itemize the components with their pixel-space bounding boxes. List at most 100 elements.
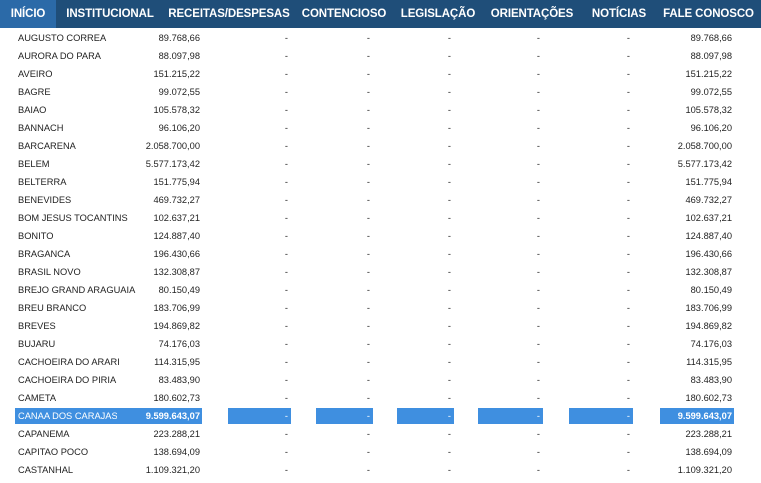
municipality-name: BREJO GRAND ARAGUAIA — [18, 285, 136, 295]
municipality-name: CAPITAO POCO — [18, 447, 89, 457]
empty-cell: - — [284, 249, 288, 259]
value-cell: 114.315,95 — [154, 357, 200, 367]
table-row[interactable]: BANNACH 96.106,20 - - - - - 96.106,20 — [0, 119, 761, 137]
table-row-selected[interactable]: CANAA DOS CARAJAS 9.599.643,07- - - - -9.599.… — [0, 407, 761, 425]
empty-cell: - — [284, 51, 288, 61]
empty-cell: - — [366, 69, 370, 79]
table-row[interactable]: BREU BRANCO 183.706,99 - - - - - 183.706,99 — [0, 299, 761, 317]
value-cell: 83.483,90 — [158, 375, 200, 385]
table-row[interactable]: BRASIL NOVO 132.308,87 - - - - - 132.308,87 — [0, 263, 761, 281]
nav-item-orientacoes[interactable]: ORIENTAÇÕES — [482, 0, 582, 28]
municipality-name: BRASIL NOVO — [18, 267, 81, 277]
municipality-name: CANAA DOS CARAJAS — [15, 408, 118, 424]
total-cell: 74.176,03 — [690, 339, 732, 349]
empty-cell: - — [536, 339, 540, 349]
table-row[interactable]: CAPANEMA 223.288,21 - - - - - 223.288,21 — [0, 425, 761, 443]
value-cell: 194.869,82 — [153, 321, 200, 331]
empty-cell: - — [447, 321, 451, 331]
empty-cell: - — [284, 375, 288, 385]
table-row[interactable]: BREJO GRAND ARAGUAIA 80.150,49 - - - - - 80.150… — [0, 281, 761, 299]
total-cell: 138.694,09 — [685, 447, 732, 457]
empty-cell: - — [366, 249, 370, 259]
value-cell: 1.109.321,20 — [145, 465, 200, 475]
table-row[interactable]: BREVES 194.869,82 - - - - - 194.869,82 — [0, 317, 761, 335]
empty-cell: - — [447, 465, 451, 475]
empty-cell: - — [536, 123, 540, 133]
empty-cell: - — [284, 123, 288, 133]
empty-cell: - — [536, 303, 540, 313]
empty-cell: - — [536, 51, 540, 61]
empty-cell: - — [447, 105, 451, 115]
empty-cell: - — [366, 429, 370, 439]
empty-cell: - — [626, 393, 630, 403]
nav-item-institucional[interactable]: INSTITUCIONAL — [56, 0, 164, 28]
table-row[interactable]: BRAGANCA 196.430,66 - - - - - 196.430,66 — [0, 245, 761, 263]
value-cell: 138.694,09 — [153, 447, 200, 457]
table-row[interactable]: BELTERRA 151.775,94 - - - - - 151.775,94 — [0, 173, 761, 191]
empty-cell: - — [284, 87, 288, 97]
value-cell: 96.106,20 — [158, 123, 200, 133]
nav-item-noticias[interactable]: NOTÍCIAS — [582, 0, 656, 28]
value-cell: 9.599.643,07 — [117, 408, 202, 424]
table-row[interactable]: BAGRE 99.072,55 - - - - - 99.072,55 — [0, 83, 761, 101]
table-row[interactable]: BARCARENA 2.058.700,00 - - - - - 2.058.700,00 — [0, 137, 761, 155]
total-cell: 88.097,98 — [690, 51, 732, 61]
nav-item-legislacao[interactable]: LEGISLAÇÃO — [394, 0, 482, 28]
total-cell: 469.732,27 — [685, 195, 732, 205]
total-cell: 151.775,94 — [685, 177, 732, 187]
table-row[interactable]: BENEVIDES 469.732,27 - - - - - 469.732,27 — [0, 191, 761, 209]
empty-cell: - — [536, 141, 540, 151]
empty-cell: - — [626, 33, 630, 43]
value-cell: 124.887,40 — [153, 231, 200, 241]
empty-cell: - — [626, 177, 630, 187]
empty-cell: - — [536, 285, 540, 295]
table-row[interactable]: AVEIRO 151.215,22 - - - - - 151.215,22 — [0, 65, 761, 83]
nav-item-contencioso[interactable]: CONTENCIOSO — [294, 0, 394, 28]
total-cell: 183.706,99 — [685, 303, 732, 313]
nav-item-receitas-despesas[interactable]: RECEITAS/DESPESAS — [164, 0, 294, 28]
empty-cell: - — [536, 231, 540, 241]
empty-cell: - — [284, 429, 288, 439]
table-row[interactable]: CACHOEIRA DO ARARI 114.315,95 - - - - - 114.315… — [0, 353, 761, 371]
table-row[interactable]: AUGUSTO CORREA 89.768,66 - - - - - 89.768,66 — [0, 29, 761, 47]
total-cell: 223.288,21 — [685, 429, 732, 439]
empty-cell: - — [536, 429, 540, 439]
value-cell: 151.215,22 — [153, 69, 200, 79]
municipality-name: BELEM — [18, 159, 50, 169]
total-cell: 83.483,90 — [690, 375, 732, 385]
table-row[interactable]: CAMETA 180.602,73 - - - - - 180.602,73 — [0, 389, 761, 407]
empty-cell: - — [284, 177, 288, 187]
table-row[interactable]: BOM JESUS TOCANTINS 102.637,21 - - - - - 102.63… — [0, 209, 761, 227]
empty-cell: - — [284, 321, 288, 331]
municipality-name: AURORA DO PARA — [18, 51, 101, 61]
total-cell: 2.058.700,00 — [677, 141, 732, 151]
table-row[interactable]: BAIAO 105.578,32 - - - - - 105.578,32 — [0, 101, 761, 119]
table-row[interactable]: CAPITAO POCO 138.694,09 - - - - - 138.694,09 — [0, 443, 761, 461]
empty-cell: - — [447, 195, 451, 205]
empty-cell: - — [366, 231, 370, 241]
table-row[interactable]: CASTANHAL 1.109.321,20 - - - - - 1.109.321,20 — [0, 461, 761, 479]
table-row[interactable]: BELEM 5.577.173,42 - - - - - 5.577.173,42 — [0, 155, 761, 173]
nav-item-inicio[interactable]: INÍCIO — [0, 0, 56, 28]
empty-cell: - — [228, 408, 291, 424]
total-cell: 1.109.321,20 — [677, 465, 732, 475]
municipality-name: BELTERRA — [18, 177, 67, 187]
empty-cell: - — [447, 429, 451, 439]
table-row[interactable]: CACHOEIRA DO PIRIA 83.483,90 - - - - - 83.483,9… — [0, 371, 761, 389]
municipality-name: BRAGANCA — [18, 249, 71, 259]
empty-cell: - — [536, 177, 540, 187]
total-cell: 124.887,40 — [685, 231, 732, 241]
empty-cell: - — [397, 408, 454, 424]
empty-cell: - — [447, 69, 451, 79]
empty-cell: - — [447, 159, 451, 169]
nav-item-fale-conosco[interactable]: FALE CONOSCO — [656, 0, 761, 28]
empty-cell: - — [536, 69, 540, 79]
table-row[interactable]: BONITO 124.887,40 - - - - - 124.887,40 — [0, 227, 761, 245]
table-row[interactable]: BUJARU 74.176,03 - - - - - 74.176,03 — [0, 335, 761, 353]
empty-cell: - — [366, 51, 370, 61]
empty-cell: - — [626, 69, 630, 79]
municipality-name: CACHOEIRA DO ARARI — [18, 357, 120, 367]
empty-cell: - — [447, 123, 451, 133]
empty-cell: - — [366, 159, 370, 169]
table-row[interactable]: AURORA DO PARA 88.097,98 - - - - - 88.097,98 — [0, 47, 761, 65]
